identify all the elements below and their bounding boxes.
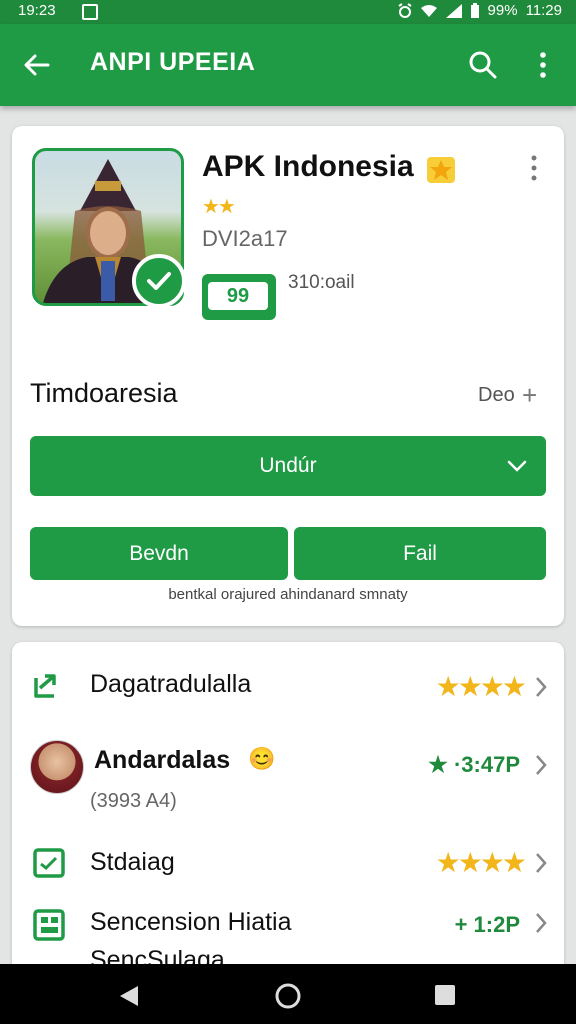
download-badge-text: 99: [208, 282, 268, 310]
list-item-rating: ★ ·3:47P: [428, 752, 520, 777]
download-button[interactable]: Undúr: [30, 436, 546, 496]
section-title: Timdoaresia: [30, 378, 178, 408]
more-vert-icon[interactable]: [533, 50, 553, 80]
list-item-rating: + 1:2P: [454, 912, 520, 937]
avatar: [30, 740, 84, 794]
secondary-button-left[interactable]: Bevdn: [30, 527, 288, 580]
battery-percent: 99%: [487, 2, 518, 19]
share-arrow-icon: [34, 674, 56, 698]
download-button-label: Undúr: [259, 454, 317, 477]
status-clock-right: 11:29: [525, 2, 562, 19]
status-time: 19:23: [18, 2, 56, 19]
rating-stars: ★★: [202, 196, 236, 218]
list-item[interactable]: Dagatradulalla ★★★★: [12, 648, 564, 720]
app-bar: ANPI UPEEIA: [0, 24, 576, 106]
info-list-card: Dagatradulalla ★★★★ Andardalas 😊 (3993 A…: [12, 642, 564, 982]
download-size: 310:oail: [288, 272, 355, 293]
download-badge: 99: [202, 274, 276, 320]
system-nav-bar: [0, 964, 576, 1024]
chevron-right-icon: [536, 913, 547, 933]
card-more-icon[interactable]: [526, 154, 542, 184]
list-item-label: Sencension Hiatia: [90, 908, 292, 936]
search-icon[interactable]: [468, 50, 498, 80]
nav-back-icon[interactable]: [118, 984, 140, 1008]
app-details-card: APK Indonesia ★★ DVI2a17 99 310:oail Tim…: [12, 126, 564, 626]
section-more-link[interactable]: Deo: [478, 384, 515, 407]
back-arrow-icon[interactable]: [22, 50, 52, 80]
signal-icon: [445, 3, 462, 18]
app-bar-title: ANPI UPEEIA: [90, 48, 256, 76]
app-version: DVI2a17: [202, 226, 288, 251]
notification-icon: [82, 4, 98, 20]
list-item-sublabel: (3993 A4): [90, 790, 177, 812]
disclaimer-note: bentkal orajured ahindanard smnaty: [168, 586, 408, 603]
list-item[interactable]: Andardalas 😊 (3993 A4) ★ ·3:47P: [12, 734, 564, 824]
chevron-right-icon: [536, 853, 547, 873]
star-badge-icon: [427, 157, 455, 183]
list-item-stars: ★★★★: [435, 847, 527, 878]
battery-icon: [470, 2, 479, 18]
smile-emoji-icon: 😊: [248, 746, 276, 771]
list-item-label: Andardalas: [94, 746, 231, 774]
chevron-down-icon: [507, 460, 527, 472]
alarm-icon: [397, 2, 412, 18]
app-name: APK Indonesia: [202, 150, 414, 183]
nav-recents-icon[interactable]: [434, 984, 456, 1006]
wifi-icon: [420, 4, 437, 17]
add-icon[interactable]: +: [522, 382, 537, 408]
list-item-label: Dagatradulalla: [90, 670, 252, 698]
calculator-icon: [33, 909, 65, 941]
verified-badge-icon: [132, 254, 186, 308]
chevron-right-icon: [536, 755, 547, 775]
status-bar: 19:23 99% 11:29: [0, 0, 576, 24]
list-item-label: Stdaiag: [90, 848, 175, 876]
chevron-right-icon: [536, 677, 547, 697]
secondary-button-right[interactable]: Fail: [294, 527, 546, 580]
nav-home-icon[interactable]: [274, 982, 302, 1010]
chart-box-icon: [33, 848, 65, 878]
list-item-stars: ★★★★: [435, 671, 527, 702]
